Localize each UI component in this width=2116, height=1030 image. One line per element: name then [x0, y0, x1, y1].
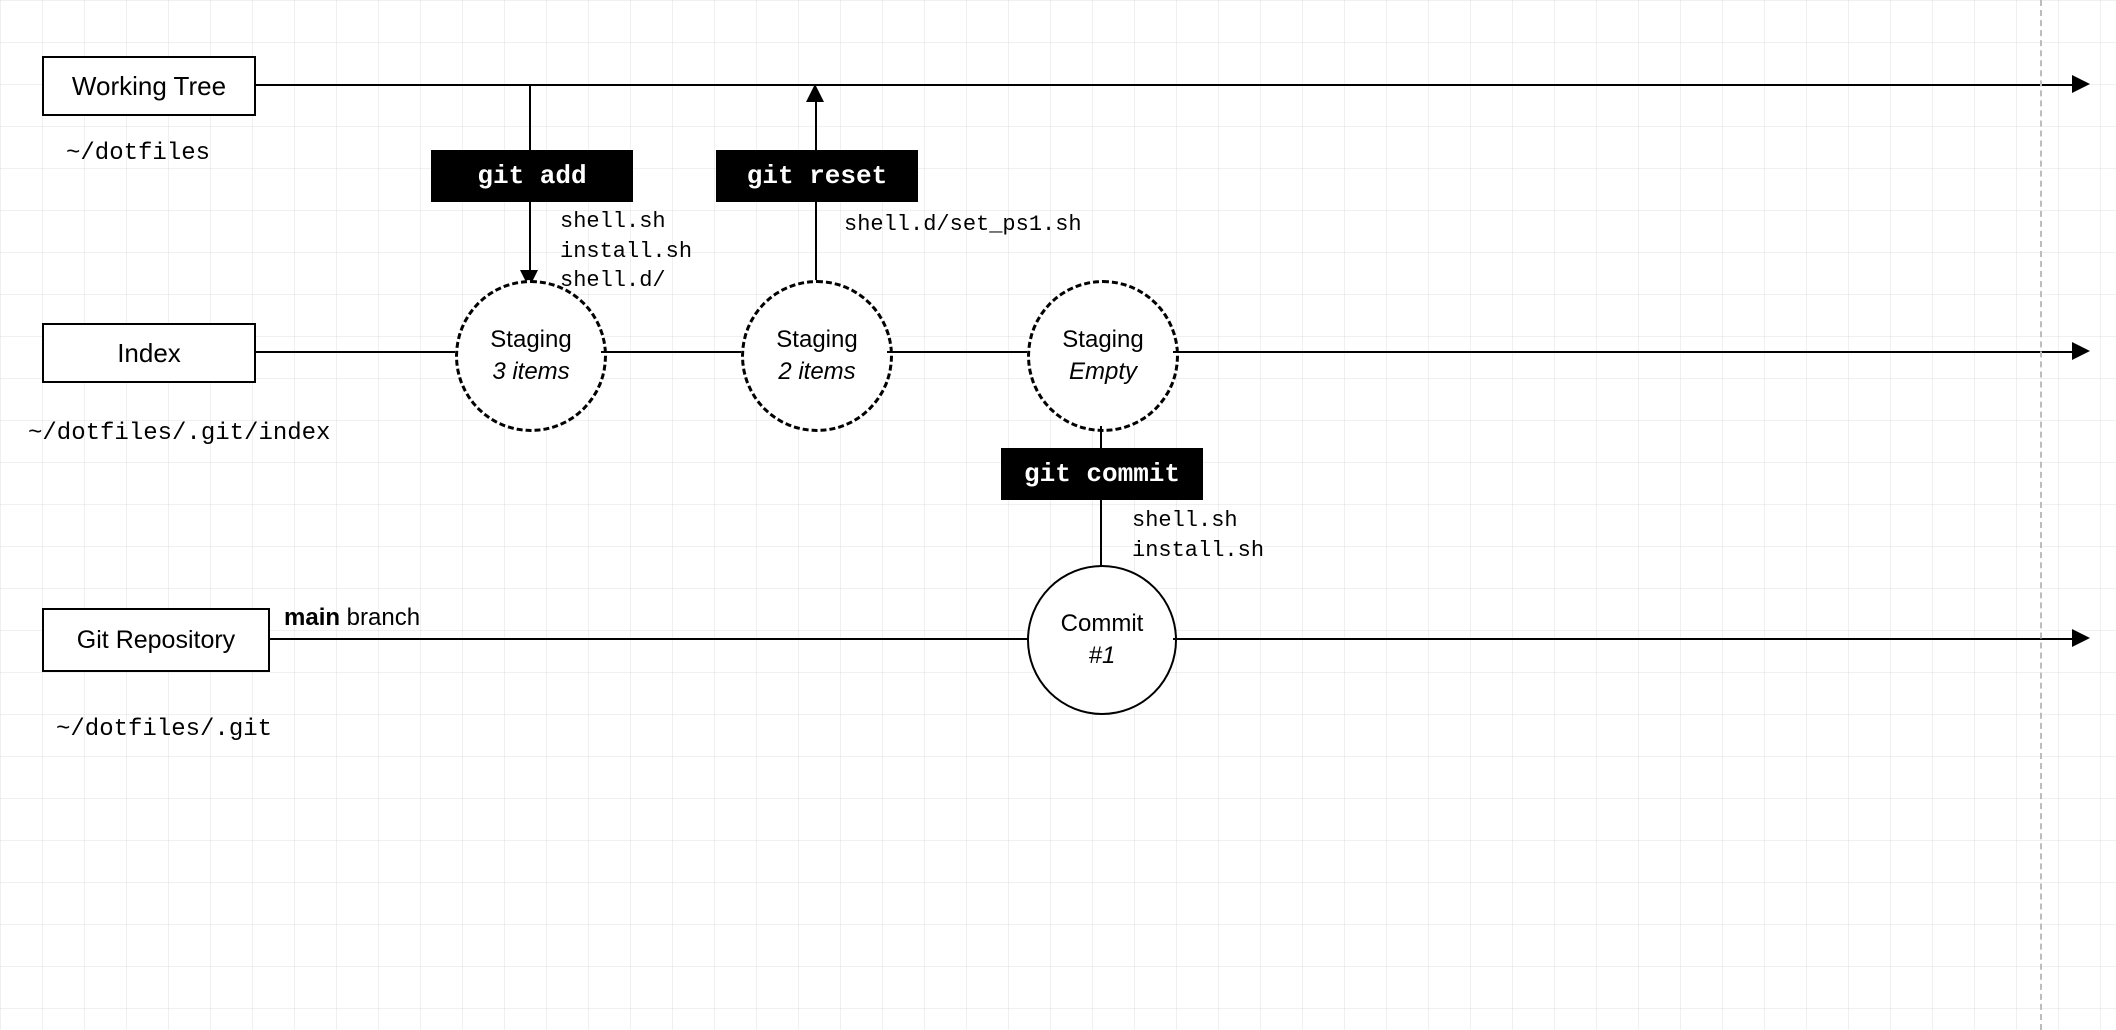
staging2-detail: 2 items	[778, 356, 855, 388]
arrow-up-icon	[806, 84, 824, 102]
staging2-title: Staging	[776, 324, 857, 356]
arrow-right-icon	[2072, 75, 2090, 93]
branch-name-rest: branch	[340, 604, 420, 631]
commit-title: Commit	[1061, 608, 1144, 640]
arrow-right-icon	[2072, 629, 2090, 647]
staging1-title: Staging	[490, 324, 571, 356]
diagram-canvas: Working Tree ~/dotfiles git add shell.sh…	[0, 0, 2116, 1030]
staging3-title: Staging	[1062, 324, 1143, 356]
index-line-seg3	[887, 351, 1027, 353]
working-tree-box: Working Tree	[42, 56, 256, 116]
staging-circle-2: Staging 2 items	[741, 280, 893, 432]
working-tree-title: Working Tree	[72, 71, 226, 102]
staging-circle-3: Staging Empty	[1027, 280, 1179, 432]
working-tree-path: ~/dotfiles	[66, 140, 210, 167]
arrow-right-icon	[2072, 342, 2090, 360]
git-reset-files: shell.d/set_ps1.sh	[844, 210, 1082, 240]
right-guide-line	[2040, 0, 2042, 1030]
index-line-seg1	[254, 351, 455, 353]
index-line-seg4	[1173, 351, 2074, 353]
index-path: ~/dotfiles/.git/index	[28, 420, 330, 447]
commit-circle: Commit #1	[1027, 565, 1177, 715]
index-line-seg2	[601, 351, 741, 353]
git-add-text: git add	[477, 161, 586, 191]
git-commit-files: shell.sh install.sh	[1132, 506, 1264, 565]
branch-label: main branch	[284, 604, 420, 632]
staging-circle-1: Staging 3 items	[455, 280, 607, 432]
repo-box: Git Repository	[42, 608, 270, 672]
git-reset-text: git reset	[747, 161, 887, 191]
git-add-files: shell.sh install.sh shell.d/	[560, 207, 692, 296]
staging1-detail: 3 items	[492, 356, 569, 388]
staging3-detail: Empty	[1069, 356, 1137, 388]
git-commit-text: git commit	[1024, 459, 1180, 489]
git-add-label: git add	[431, 150, 633, 202]
git-reset-label: git reset	[716, 150, 918, 202]
branch-name-bold: main	[284, 604, 340, 631]
index-title: Index	[117, 338, 181, 369]
repo-line-seg1	[268, 638, 1027, 640]
commit-detail: #1	[1089, 640, 1116, 672]
git-commit-label: git commit	[1001, 448, 1203, 500]
working-tree-line	[254, 84, 2074, 86]
repo-line-seg2	[1173, 638, 2074, 640]
repo-title: Git Repository	[77, 626, 235, 655]
index-box: Index	[42, 323, 256, 383]
repo-path: ~/dotfiles/.git	[56, 716, 272, 743]
